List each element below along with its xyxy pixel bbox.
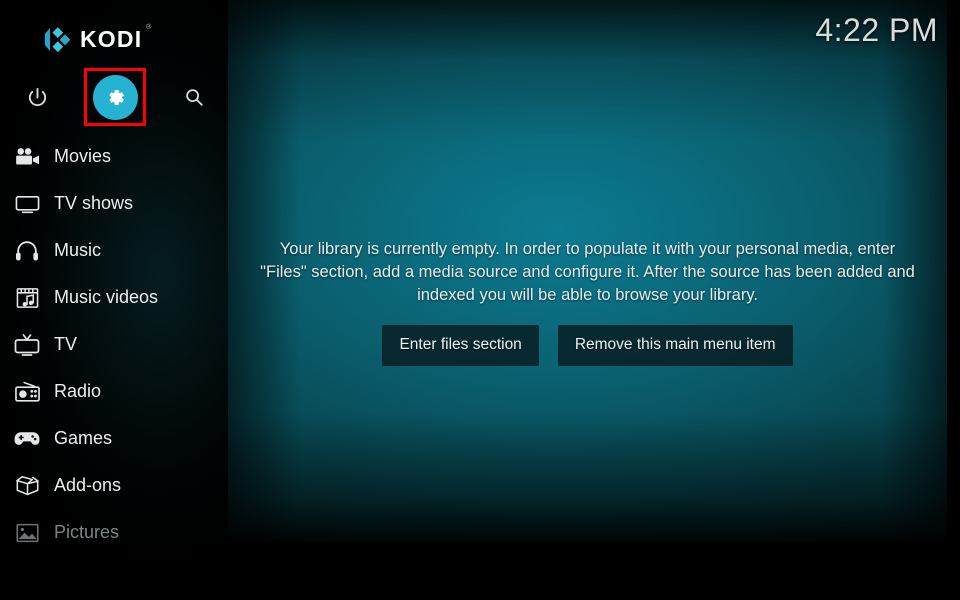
kodi-wordmark: KODI ®: [80, 24, 151, 53]
sidebar-item-add-ons[interactable]: Add-ons: [0, 462, 228, 509]
tv-antenna-icon: [10, 331, 44, 359]
sidebar-item-label: Add-ons: [54, 475, 122, 495]
sidebar-item-movies[interactable]: Movies: [0, 133, 228, 180]
sidebar-item-label: Music videos: [54, 287, 159, 307]
radio-icon: [10, 378, 44, 406]
power-button[interactable]: [8, 68, 66, 126]
sidebar-item-label: Radio: [54, 381, 102, 401]
picture-icon: [10, 519, 44, 547]
clock: 4:22 PM: [815, 12, 938, 48]
remove-main-menu-item-button[interactable]: Remove this main menu item: [557, 325, 793, 366]
enter-files-section-button[interactable]: Enter files section: [382, 325, 539, 366]
sidebar-item-label: Music: [54, 240, 102, 260]
sidebar-item-radio[interactable]: Radio: [0, 368, 228, 415]
gamepad-icon: [10, 425, 44, 453]
movie-camera-icon: [10, 143, 44, 171]
power-icon: [26, 86, 49, 109]
empty-library-block: Your library is currently empty. In orde…: [228, 238, 947, 366]
settings-button[interactable]: [86, 68, 144, 126]
sidebar-item-music[interactable]: Music: [0, 227, 228, 274]
gear-icon: [92, 74, 138, 120]
main-menu: Movies TV shows Music Music videos TV Ra…: [0, 133, 228, 556]
open-box-icon: [10, 472, 44, 500]
sidebar-item-label: Games: [54, 428, 113, 448]
kodi-trademark: ®: [146, 24, 152, 31]
sidebar-item-pictures[interactable]: Pictures: [0, 509, 228, 556]
sidebar-item-games[interactable]: Games: [0, 415, 228, 462]
sidebar-item-label: Movies: [54, 146, 112, 166]
sidebar-item-tv[interactable]: TV: [0, 321, 228, 368]
sidebar-item-label: TV shows: [54, 193, 134, 213]
sidebar-item-label: TV: [54, 334, 78, 354]
empty-library-actions: Enter files section Remove this main men…: [228, 325, 947, 366]
film-note-icon: [10, 284, 44, 312]
sidebar: KODI ® Movies TV shows Music Music video…: [0, 0, 228, 600]
sidebar-item-music-videos[interactable]: Music videos: [0, 274, 228, 321]
sidebar-item-tv-shows[interactable]: TV shows: [0, 180, 228, 227]
top-toolbar: [0, 68, 228, 126]
main-content-panel: Your library is currently empty. In orde…: [228, 0, 947, 542]
empty-library-message: Your library is currently empty. In orde…: [260, 240, 915, 304]
search-icon: [183, 86, 205, 108]
kodi-home-screen: Your library is currently empty. In orde…: [0, 0, 960, 600]
television-icon: [10, 190, 44, 218]
sidebar-item-label: Pictures: [54, 522, 120, 542]
search-button[interactable]: [165, 68, 223, 126]
kodi-logo: KODI ®: [44, 24, 151, 53]
headphones-icon: [10, 237, 44, 265]
kodi-logo-mark-icon: [44, 26, 71, 53]
kodi-wordmark-text: KODI: [80, 26, 143, 52]
